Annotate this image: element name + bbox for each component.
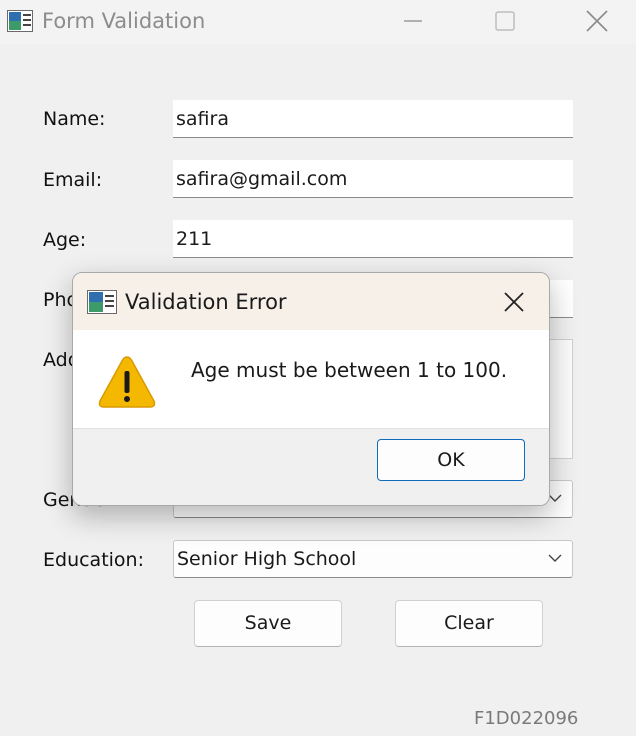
student-id-label: F1D022096	[474, 708, 579, 729]
age-input[interactable]: 211	[173, 220, 573, 258]
app-icon	[7, 10, 33, 32]
email-label: Email:	[43, 169, 103, 191]
dialog-title: Validation Error	[125, 290, 287, 314]
ok-button[interactable]: OK	[377, 439, 525, 481]
minimize-icon[interactable]	[390, 0, 436, 44]
education-value: Senior High School	[177, 548, 357, 570]
name-label: Name:	[43, 108, 106, 130]
window-titlebar: Form Validation	[0, 0, 636, 44]
dialog-body: Age must be between 1 to 100.	[73, 330, 549, 428]
close-icon[interactable]	[497, 285, 531, 319]
age-label: Age:	[43, 229, 87, 251]
dialog-titlebar: Validation Error	[73, 273, 549, 330]
clear-button[interactable]: Clear	[395, 600, 543, 647]
dialog-footer: OK	[73, 428, 549, 505]
email-input[interactable]: safira@gmail.com	[173, 160, 573, 198]
warning-icon	[98, 356, 156, 408]
chevron-down-icon	[548, 554, 562, 562]
dialog-message: Age must be between 1 to 100.	[191, 358, 508, 382]
close-icon[interactable]	[574, 0, 620, 44]
maximize-icon[interactable]	[482, 0, 528, 44]
window-title: Form Validation	[42, 9, 206, 33]
chevron-down-icon	[548, 494, 562, 502]
education-label: Education:	[43, 549, 144, 571]
education-select[interactable]: Senior High School	[173, 540, 573, 578]
name-input[interactable]: safira	[173, 100, 573, 138]
save-button[interactable]: Save	[194, 600, 342, 647]
app-icon	[87, 290, 117, 314]
validation-error-dialog: Validation Error Age must be between 1 t…	[72, 272, 550, 506]
